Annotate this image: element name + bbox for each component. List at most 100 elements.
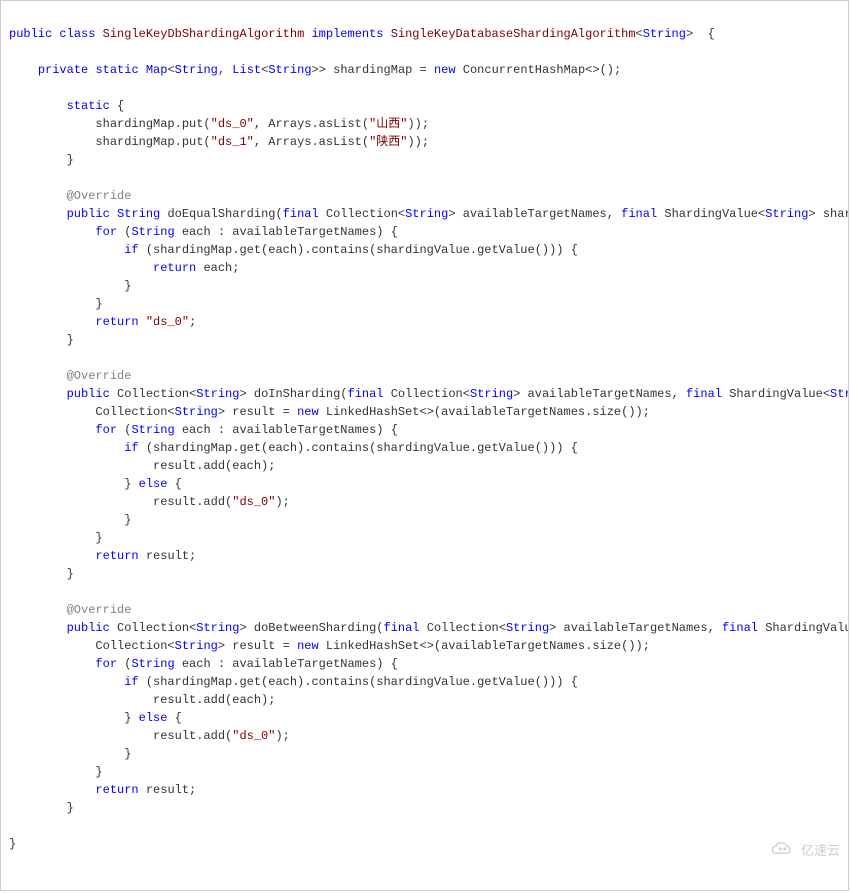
keyword-private: private (38, 63, 88, 77)
keyword-class: class (59, 27, 95, 41)
code-line: } (9, 747, 131, 761)
code-line: } (9, 765, 103, 779)
code-line: shardingMap.put("ds_0", Arrays.asList("山… (9, 117, 429, 131)
code-line: shardingMap.put("ds_1", Arrays.asList("陕… (9, 135, 429, 149)
keyword-implements: implements (311, 27, 383, 41)
string-literal: "山西" (369, 117, 407, 131)
keyword-new: new (297, 405, 319, 419)
keyword-if: if (124, 243, 138, 257)
type-string: String (117, 207, 160, 221)
keyword-static: static (95, 63, 138, 77)
code-text (9, 657, 95, 671)
code-text: (shardingMap.get(each).contains(sharding… (139, 243, 578, 257)
code-text: ); (275, 495, 289, 509)
code-text: > { (686, 27, 715, 41)
code-text: each; (196, 261, 239, 275)
code-text: result.add( (9, 495, 232, 509)
annotation-override: @Override (67, 369, 132, 383)
code-text: Collection< (9, 405, 175, 419)
code-line: } else { (9, 711, 182, 725)
cloud-icon (755, 820, 797, 883)
keyword-for: for (95, 225, 117, 239)
code-text: Collection< (110, 621, 196, 635)
code-line: return result; (9, 783, 196, 797)
code-line: @Override (9, 603, 131, 617)
code-text: result.add( (9, 729, 232, 743)
code-text (9, 675, 124, 689)
code-text: each : availableTargetNames) { (175, 423, 398, 437)
code-line: } (9, 153, 74, 167)
keyword-return: return (95, 783, 138, 797)
code-text: ConcurrentHashMap<>(); (456, 63, 622, 77)
code-line: for (String each : availableTargetNames)… (9, 225, 398, 239)
code-text: LinkedHashSet<>(availableTargetNames.siz… (319, 405, 650, 419)
code-line: } (9, 837, 16, 851)
code-text: Collection< (110, 387, 196, 401)
type-string: String (131, 657, 174, 671)
code-text: )); (407, 135, 429, 149)
code-line: result.add(each); (9, 693, 275, 707)
keyword-new: new (297, 639, 319, 653)
type-string: String (196, 621, 239, 635)
code-text: > result = (218, 405, 297, 419)
code-text: > doBetweenSharding( (239, 621, 383, 635)
code-line: @Override (9, 189, 131, 203)
code-text: , Arrays.asList( (254, 117, 369, 131)
string-literal: "陕西" (369, 135, 407, 149)
keyword-new: new (434, 63, 456, 77)
code-line: return "ds_0"; (9, 315, 196, 329)
code-line: if (shardingMap.get(each).contains(shard… (9, 243, 578, 257)
type-string: String (131, 423, 174, 437)
keyword-if: if (124, 675, 138, 689)
code-text: } (9, 711, 139, 725)
code-text: { (167, 711, 181, 725)
code-line: public String doEqualSharding(final Coll… (9, 207, 849, 221)
code-text: ShardingValue< (722, 387, 830, 401)
code-text: ShardingValue< (657, 207, 765, 221)
watermark-text: 亿速云 (801, 841, 840, 861)
code-text: { (110, 99, 124, 113)
annotation-override: @Override (67, 603, 132, 617)
code-text: > availableTargetNames, (448, 207, 621, 221)
type-list: List (232, 63, 261, 77)
string-literal: "ds_0" (211, 117, 254, 131)
keyword-return: return (153, 261, 196, 275)
code-text: shardingMap.put( (9, 135, 211, 149)
type-string: String (175, 639, 218, 653)
type-map: Map (146, 63, 168, 77)
code-line: public Collection<String> doBetweenShard… (9, 621, 849, 635)
keyword-return: return (95, 315, 138, 329)
code-block: public class SingleKeyDbShardingAlgorith… (0, 0, 849, 891)
keyword-static: static (67, 99, 110, 113)
code-text: > doInSharding( (239, 387, 347, 401)
code-text (9, 441, 124, 455)
keyword-if: if (124, 441, 138, 455)
interface-name: SingleKeyDatabaseShardingAlgorithm (391, 27, 636, 41)
type-string: String (765, 207, 808, 221)
code-line: Collection<String> result = new LinkedHa… (9, 405, 650, 419)
code-text (9, 783, 95, 797)
class-name: SingleKeyDbShardingAlgorithm (103, 27, 305, 41)
code-text: Collection< (319, 207, 405, 221)
code-text: > result = (218, 639, 297, 653)
code-line: } (9, 333, 74, 347)
code-text: each : availableTargetNames) { (175, 225, 398, 239)
code-text: ShardingValue< (758, 621, 849, 635)
code-text: , Arrays.asList( (254, 135, 369, 149)
string-literal: "ds_0" (232, 729, 275, 743)
code-line: return each; (9, 261, 239, 275)
keyword-public: public (67, 387, 110, 401)
type-string: String (268, 63, 311, 77)
code-line: @Override (9, 369, 131, 383)
keyword-final: final (722, 621, 758, 635)
code-text: ; (189, 315, 196, 329)
type-string: String (175, 405, 218, 419)
code-text (9, 549, 95, 563)
code-text: LinkedHashSet<>(availableTargetNames.siz… (319, 639, 650, 653)
annotation-override: @Override (67, 189, 132, 203)
code-line: public Collection<String> doInSharding(f… (9, 387, 849, 401)
string-literal: "ds_0" (232, 495, 275, 509)
keyword-public: public (9, 27, 52, 41)
code-text: ( (117, 657, 131, 671)
code-line: Collection<String> result = new LinkedHa… (9, 639, 650, 653)
